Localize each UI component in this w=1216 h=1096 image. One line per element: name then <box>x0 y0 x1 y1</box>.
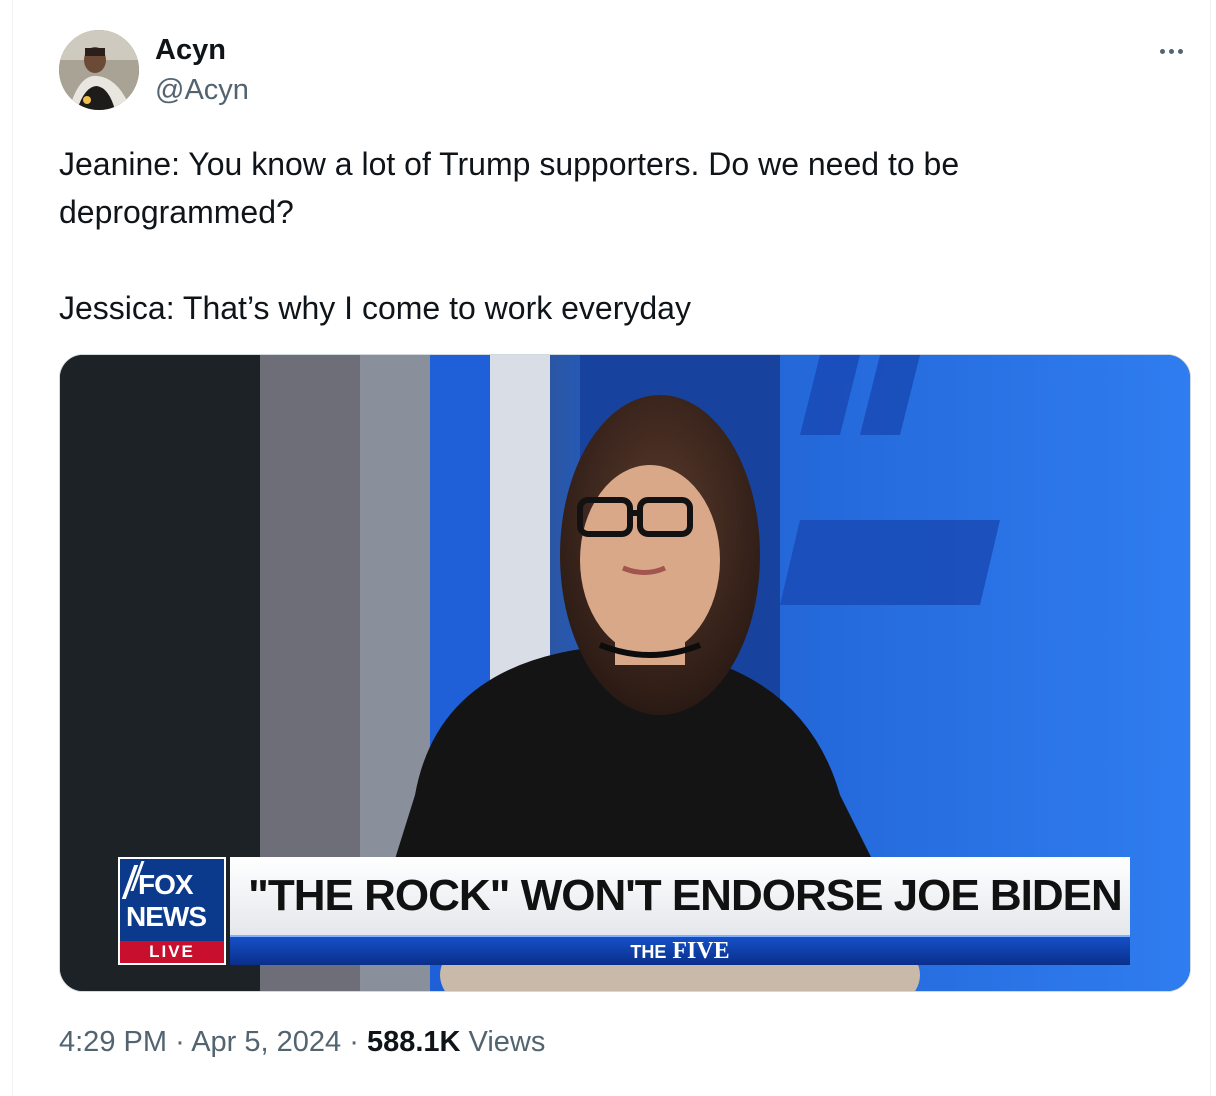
tweet-text-line: deprogrammed? <box>59 194 294 230</box>
separator: · <box>349 1026 359 1058</box>
tweet-metadata: 4:29 PM · Apr 5, 2024 · 588.1K Views <box>59 1026 545 1059</box>
more-options-button[interactable] <box>1149 30 1193 70</box>
tweet-card: Acyn @Acyn Jeanine: You know a lot of Tr… <box>12 0 1211 1096</box>
tweet-text-line: Jessica: That’s why I come to work every… <box>59 290 691 326</box>
ellipsis-icon <box>1158 41 1185 59</box>
tweet-time[interactable]: 4:29 PM <box>59 1026 167 1058</box>
live-badge: LIVE <box>120 941 224 963</box>
author-handle[interactable]: @Acyn <box>155 74 249 107</box>
show-name: FIVE <box>672 938 730 964</box>
views-count: 588.1K <box>366 1026 461 1058</box>
tweet-video[interactable]: FOX NEWS LIVE "THE ROCK" WON'T ENDORSE J… <box>59 354 1191 992</box>
logo-text-news: NEWS <box>126 901 207 932</box>
separator: · <box>175 1026 185 1058</box>
tweet-date[interactable]: Apr 5, 2024 <box>191 1026 341 1058</box>
show-prefix: THE <box>630 942 667 962</box>
show-name-bar: THE FIVE <box>230 935 1130 965</box>
author-display-name[interactable]: Acyn <box>155 34 226 67</box>
tweet-text-line: Jeanine: You know a lot of Trump support… <box>59 146 960 182</box>
logo-text-fox: FOX <box>138 869 194 900</box>
fox-news-logo: FOX NEWS LIVE <box>118 857 226 965</box>
avatar[interactable] <box>59 30 139 110</box>
news-chyron: FOX NEWS LIVE "THE ROCK" WON'T ENDORSE J… <box>118 857 1132 967</box>
chyron-headline: "THE ROCK" WON'T ENDORSE JOE BIDEN <box>230 857 1130 935</box>
views-label: Views <box>468 1026 546 1058</box>
tweet-text: Jeanine: You know a lot of Trump support… <box>59 140 1189 332</box>
